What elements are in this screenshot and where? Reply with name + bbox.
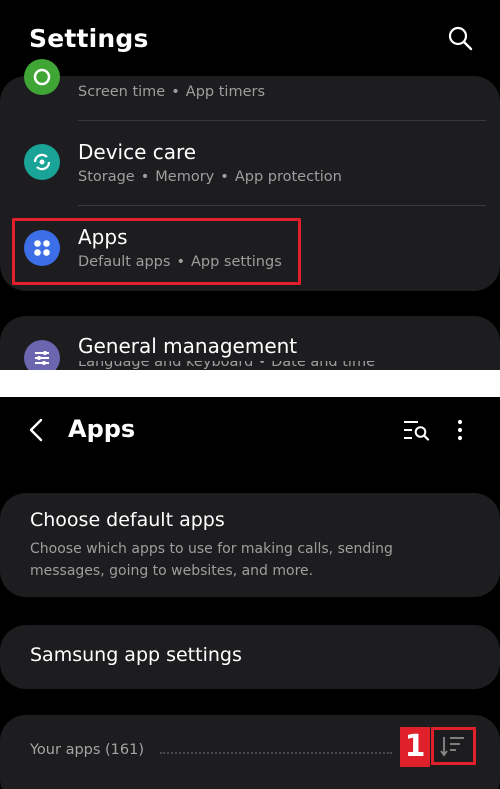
list-item-subtitle: Language and keyboard • Date and time bbox=[78, 361, 375, 370]
card-title: Choose default apps bbox=[30, 509, 225, 531]
your-apps-label: Your apps (161) bbox=[30, 742, 145, 758]
page-title: Apps bbox=[68, 415, 136, 443]
page-title: Settings bbox=[29, 24, 149, 53]
screenshot-separator bbox=[0, 370, 500, 397]
divider bbox=[78, 205, 486, 206]
settings-screen: Settings Screen time • App timers Device c… bbox=[0, 0, 500, 370]
list-item-subtitle: Storage • Memory • App protection bbox=[78, 169, 342, 185]
filter-search-icon[interactable] bbox=[403, 419, 431, 441]
choose-default-apps-card[interactable]: Choose default apps Choose which apps to… bbox=[0, 493, 500, 597]
annotation-number: 1 bbox=[400, 727, 430, 767]
list-item-title: General management bbox=[78, 334, 298, 358]
list-item-subtitle: Screen time • App timers bbox=[78, 84, 266, 100]
list-item-title: Device care bbox=[78, 140, 197, 164]
your-apps-header: Your apps (161) 1 bbox=[0, 715, 500, 789]
card-description: Choose which apps to use for making call… bbox=[30, 541, 393, 579]
digital-wellbeing-icon bbox=[24, 59, 60, 95]
apps-screen: Apps Choose default apps Choose which ap… bbox=[0, 397, 500, 789]
sliders-icon bbox=[24, 340, 60, 370]
highlight-box bbox=[12, 218, 301, 285]
sort-icon bbox=[440, 737, 464, 757]
divider bbox=[78, 120, 486, 121]
back-arrow-icon[interactable] bbox=[26, 417, 48, 443]
sort-button[interactable] bbox=[431, 727, 476, 765]
device-care-icon bbox=[24, 144, 60, 180]
more-options-icon[interactable] bbox=[451, 417, 469, 443]
card-title: Samsung app settings bbox=[30, 644, 242, 666]
samsung-app-settings-card[interactable]: Samsung app settings bbox=[0, 625, 500, 689]
search-icon[interactable] bbox=[446, 24, 476, 54]
dotted-separator bbox=[160, 752, 392, 754]
